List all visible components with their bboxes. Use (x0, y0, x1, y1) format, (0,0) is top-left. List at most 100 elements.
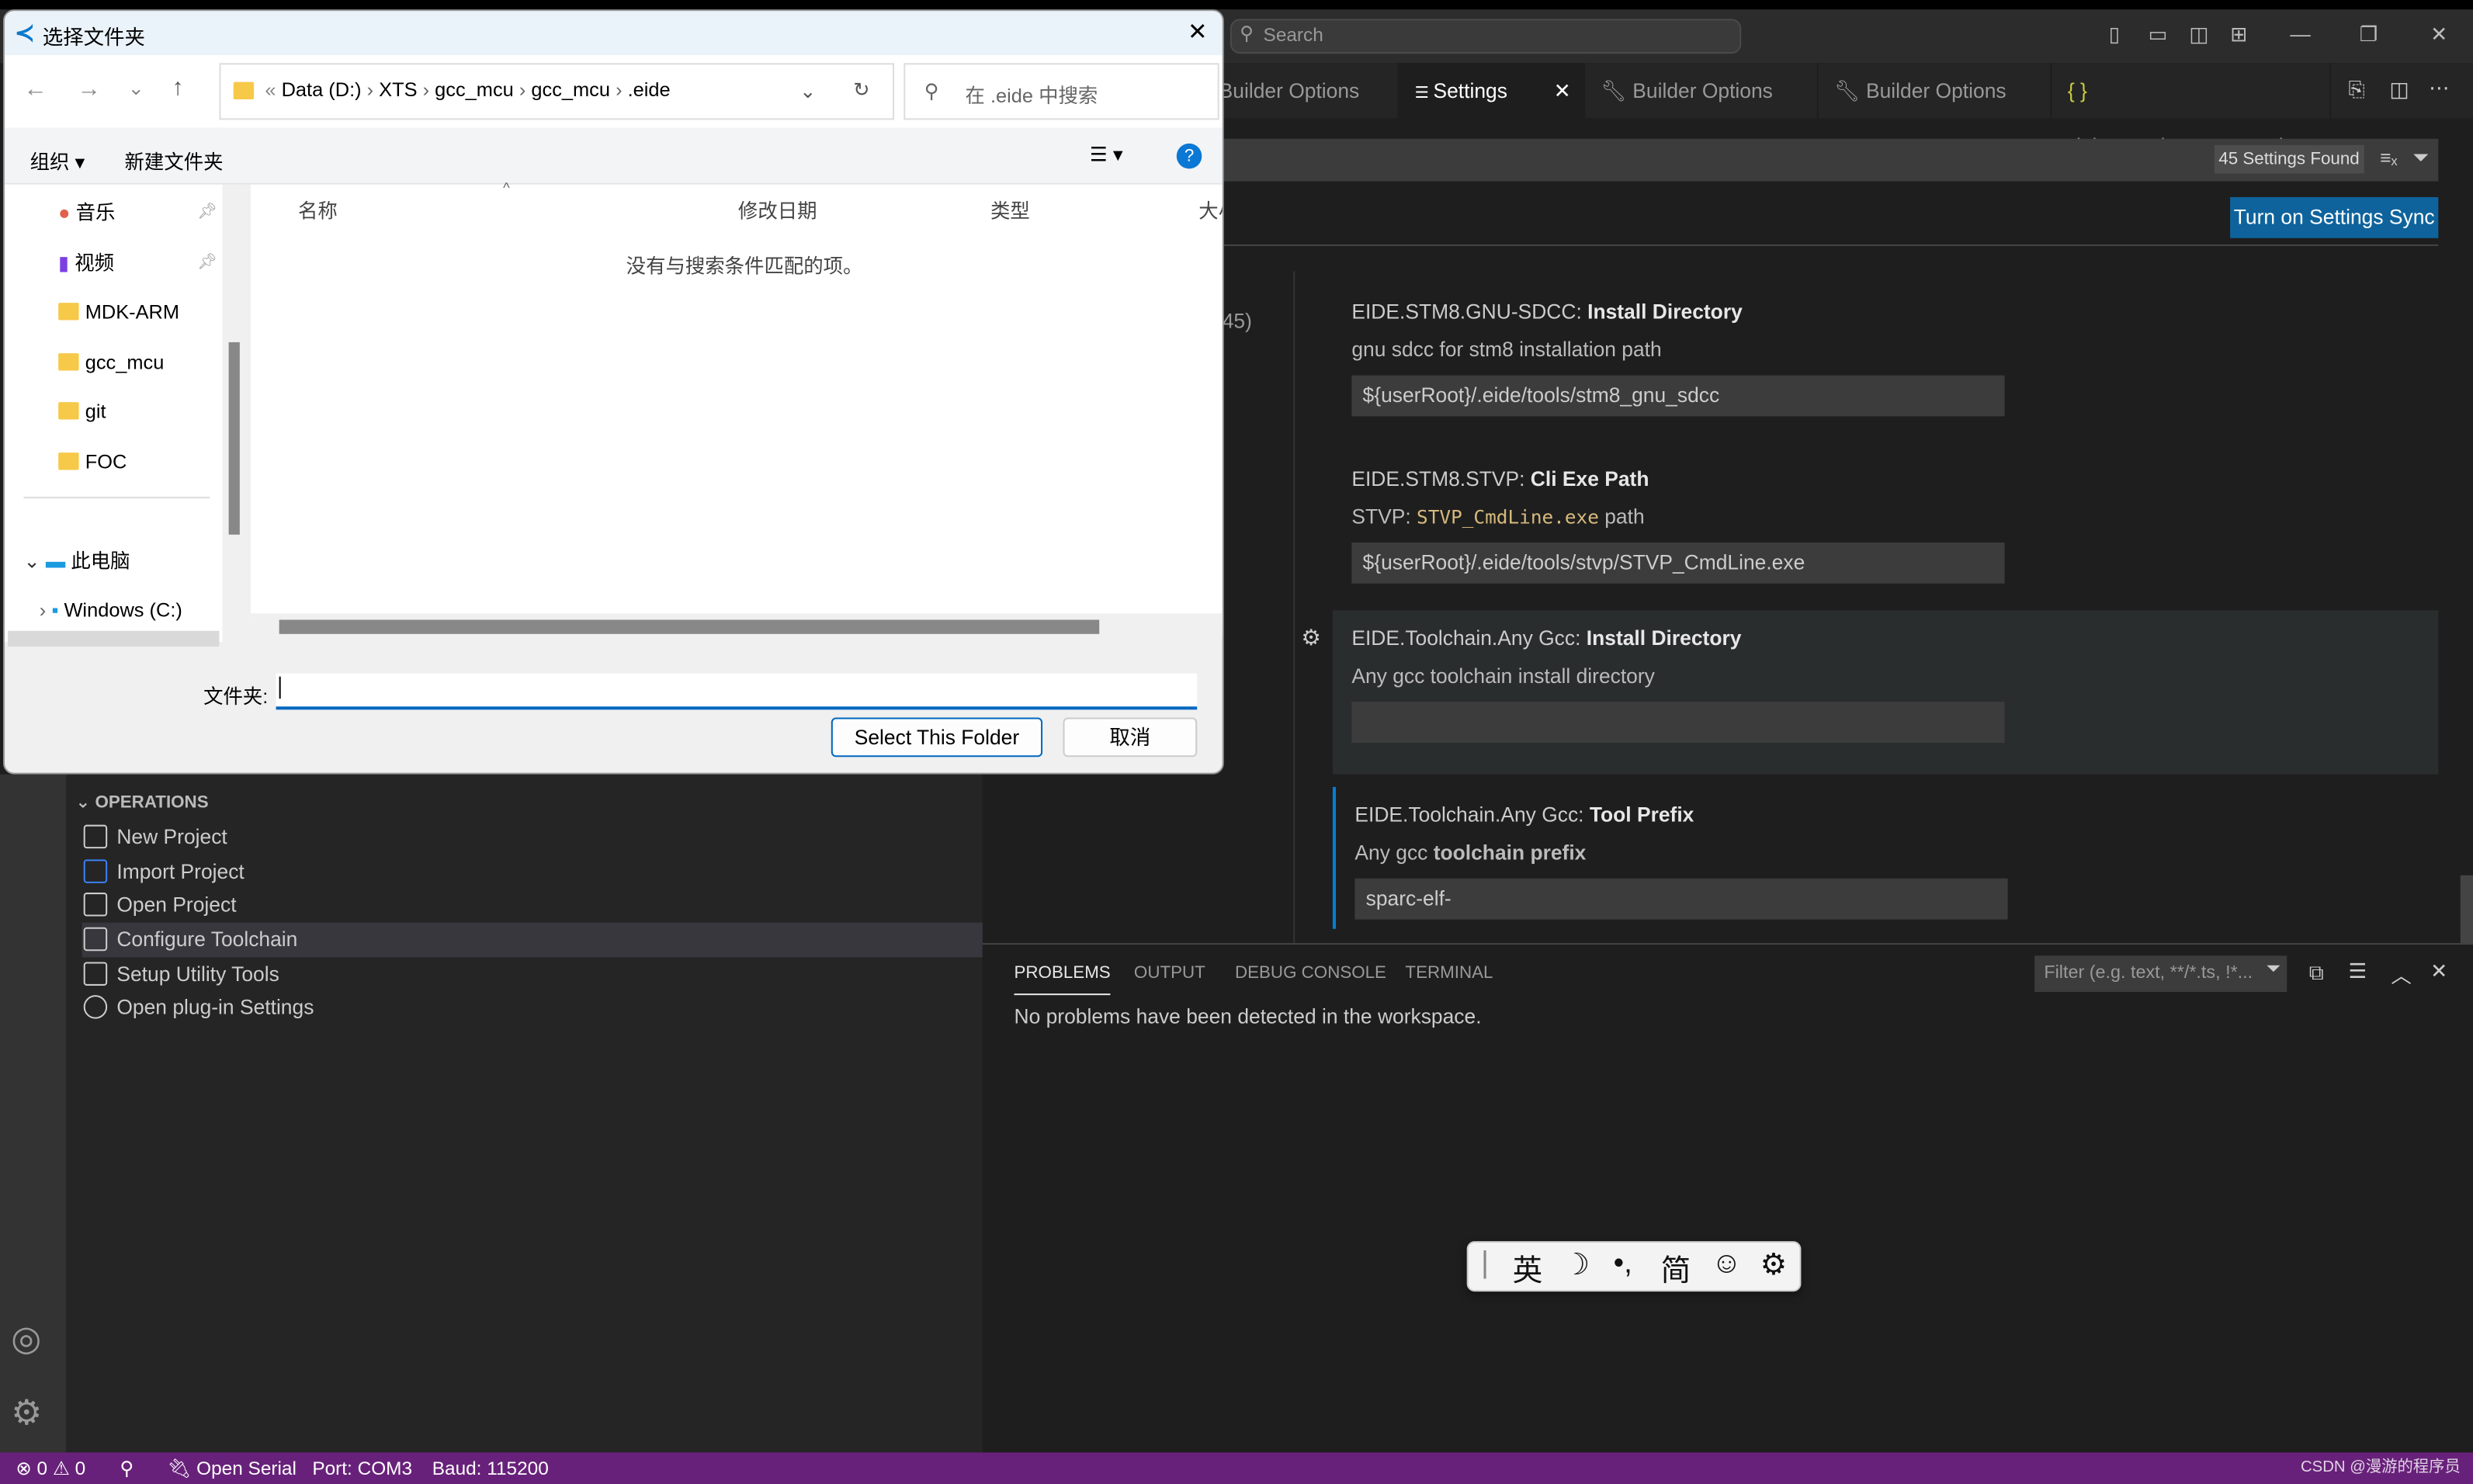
watermark: CSDN @漫游的程序员 (2301, 1458, 2461, 1476)
ime-script-button[interactable]: 简 (1661, 1247, 1691, 1290)
horizontal-scrollbar[interactable] (251, 613, 1223, 636)
account-icon[interactable]: ◎ (11, 1319, 41, 1360)
dialog-search-input[interactable]: ⚲ 在 .eide 中搜索 (904, 63, 1219, 120)
toggle-secondary-sidebar-icon[interactable]: ◫ (2189, 22, 2208, 47)
tree-item-git[interactable]: git (58, 396, 106, 428)
tree-item-windows-c[interactable]: › ▪ Windows (C:) (40, 595, 182, 626)
remote-icon[interactable]: ⚲ (120, 1452, 134, 1484)
breadcrumb-item[interactable]: gcc_mcu (435, 79, 514, 101)
column-type[interactable]: 类型 (990, 194, 1030, 224)
tab-output[interactable]: OUTPUT (1134, 963, 1205, 982)
operations-section-header[interactable]: ⌄ OPERATIONS (76, 792, 209, 812)
op-open-plugin-settings[interactable]: Open plug-in Settings (82, 990, 983, 1025)
tree-item-videos[interactable]: ▮ 视频 📌︎ (58, 248, 217, 279)
split-editor-icon[interactable]: ◫ (2389, 78, 2409, 103)
turn-on-settings-sync-button[interactable]: Turn on Settings Sync (2230, 196, 2439, 238)
tab-terminal[interactable]: TERMINAL (1405, 963, 1493, 982)
collapse-all-icon[interactable]: ⧉ (2309, 960, 2324, 986)
close-window-button[interactable]: ✕ (2430, 22, 2447, 47)
column-date-modified[interactable]: 修改日期 (738, 194, 817, 224)
drag-handle[interactable]: | (1481, 1247, 1489, 1282)
setting-input[interactable]: ${userRoot}/.eide/tools/stm8_gnu_sdcc (1351, 375, 2005, 417)
cancel-button[interactable]: 取消 (1063, 717, 1198, 758)
settings-scrollbar[interactable] (2460, 875, 2473, 944)
address-dropdown-icon[interactable]: ⌄ (799, 79, 816, 102)
filter-icon[interactable]: ⏷ (2266, 960, 2281, 980)
settings-icon[interactable]: ⚙ (1760, 1247, 1788, 1284)
pin-icon[interactable]: 📌︎ (197, 248, 217, 279)
setting-input[interactable]: sparc-elf- (1354, 878, 2008, 920)
op-new-project[interactable]: New Project (82, 820, 983, 855)
restore-button[interactable]: ❐ (2360, 22, 2378, 47)
close-panel-icon[interactable]: ✕ (2430, 959, 2447, 984)
open-settings-json-icon[interactable]: ⎘ (2348, 78, 2364, 103)
pin-icon[interactable]: 📌︎ (197, 197, 217, 229)
tab-problems[interactable]: PROBLEMS (1014, 963, 1111, 996)
view-as-list-icon[interactable]: ☰ (2348, 959, 2367, 984)
problems-filter-input[interactable]: Filter (e.g. text, **/*.ts, !*... ⏷ (2034, 955, 2287, 993)
gear-icon[interactable]: ⚙ (1301, 625, 1321, 652)
tab-builder-options-3[interactable]: 🔧︎ Builder Options (1819, 63, 2052, 119)
tree-item-music[interactable]: ● 音乐 📌︎ (58, 197, 217, 229)
tree-item-mdk-arm[interactable]: MDK-ARM (58, 296, 179, 328)
organize-button[interactable]: 组织 ▾ (30, 145, 85, 175)
column-name[interactable]: 名称 (298, 194, 338, 224)
op-configure-toolchain[interactable]: Configure Toolchain (82, 922, 983, 958)
tab-debug-console[interactable]: DEBUG CONSOLE (1235, 963, 1386, 982)
tree-item-foc[interactable]: FOC (58, 446, 127, 478)
help-icon[interactable]: ? (1176, 143, 1202, 169)
toggle-panel-icon[interactable]: ▭ (2148, 22, 2167, 47)
breadcrumb-item[interactable]: XTS (379, 79, 417, 101)
close-tab-icon[interactable]: ✕ (1554, 63, 1571, 118)
manage-gear-icon[interactable]: ⚙ (11, 1392, 42, 1434)
toolbox-icon (83, 927, 108, 952)
open-serial-button[interactable]: 🔌︎ Open Serial (167, 1452, 297, 1484)
chevron-down-icon[interactable]: ⌄ (23, 550, 40, 572)
dialog-close-button[interactable]: ✕ (1188, 17, 1208, 46)
tab-builder-options-2[interactable]: 🔧︎ Builder Options (1585, 63, 1819, 119)
ime-mode-button[interactable]: 英 (1513, 1247, 1543, 1290)
tab-settings[interactable]: ☰ Settings ✕ (1399, 63, 1586, 119)
baud-status[interactable]: Baud: 115200 (432, 1452, 549, 1484)
column-size[interactable]: 大小 (1198, 194, 1222, 224)
select-folder-button[interactable]: Select This Folder (831, 717, 1043, 758)
customize-layout-icon[interactable]: ⊞ (2230, 22, 2247, 47)
forward-icon[interactable]: → (78, 76, 101, 103)
address-bar[interactable]: « Data (D:) › XTS › gcc_mcu › gcc_mcu › … (219, 63, 895, 120)
tree-item-gcc-mcu[interactable]: gcc_mcu (58, 347, 164, 379)
minimize-button[interactable]: — (2290, 22, 2310, 45)
setting-input[interactable] (1351, 702, 2005, 744)
breadcrumb-item[interactable]: Data (D:) (282, 79, 362, 101)
up-icon[interactable]: ↑ (172, 74, 183, 101)
recent-dropdown-icon[interactable]: ⌄ (128, 76, 144, 99)
toggle-sidebar-icon[interactable]: ▯ (2109, 22, 2121, 47)
refresh-icon[interactable]: ↻ (853, 78, 869, 101)
op-import-project[interactable]: Import Project (82, 855, 983, 889)
command-search[interactable]: ⚲ Search (1230, 19, 1742, 54)
breadcrumb-item[interactable]: .eide (628, 79, 671, 101)
tree-scrollbar[interactable] (225, 184, 245, 642)
more-actions-icon[interactable]: ⋯ (2429, 76, 2449, 102)
setting-input[interactable]: ${userRoot}/.eide/tools/stvp/STVP_CmdLin… (1351, 542, 2005, 584)
settings-search-input[interactable]: 45 Settings Found ≡ₓ ⏷ (1222, 138, 2439, 182)
problems-status[interactable]: ⊗ 0 ⚠ 0 (16, 1452, 85, 1484)
tab-debug-json[interactable]: { } debug.options.any.gcc.json (2052, 63, 2332, 158)
clear-filter-icon[interactable]: ≡ₓ (2380, 147, 2397, 168)
maximize-panel-icon[interactable]: ︿ (2391, 959, 2411, 989)
port-status[interactable]: Port: COM3 (312, 1452, 412, 1484)
back-icon[interactable]: ← (23, 76, 47, 103)
navigation-tree: ● 音乐 📌︎ ▮ 视频 📌︎ MDK-ARM gcc_mcu git FOC ⌄ … (5, 184, 223, 647)
tree-item-selected[interactable] (8, 630, 220, 647)
new-folder-button[interactable]: 新建文件夹 (125, 145, 224, 175)
emoji-icon[interactable]: ☺ (1712, 1247, 1742, 1282)
filter-icon[interactable]: ⏷ (2412, 145, 2429, 171)
chevron-right-icon[interactable]: › (40, 599, 46, 621)
breadcrumb-item[interactable]: gcc_mcu (531, 79, 610, 101)
op-setup-utility-tools[interactable]: Setup Utility Tools (82, 957, 983, 992)
moon-icon[interactable]: ☽ (1563, 1247, 1590, 1284)
folder-input[interactable] (276, 673, 1198, 710)
punctuation-icon[interactable]: •, (1614, 1247, 1632, 1282)
tree-item-this-pc[interactable]: ⌄ ▬ 此电脑 (23, 546, 130, 577)
op-open-project[interactable]: Open Project (82, 888, 983, 923)
view-options-icon[interactable]: ☰ ▾ (1090, 142, 1123, 165)
